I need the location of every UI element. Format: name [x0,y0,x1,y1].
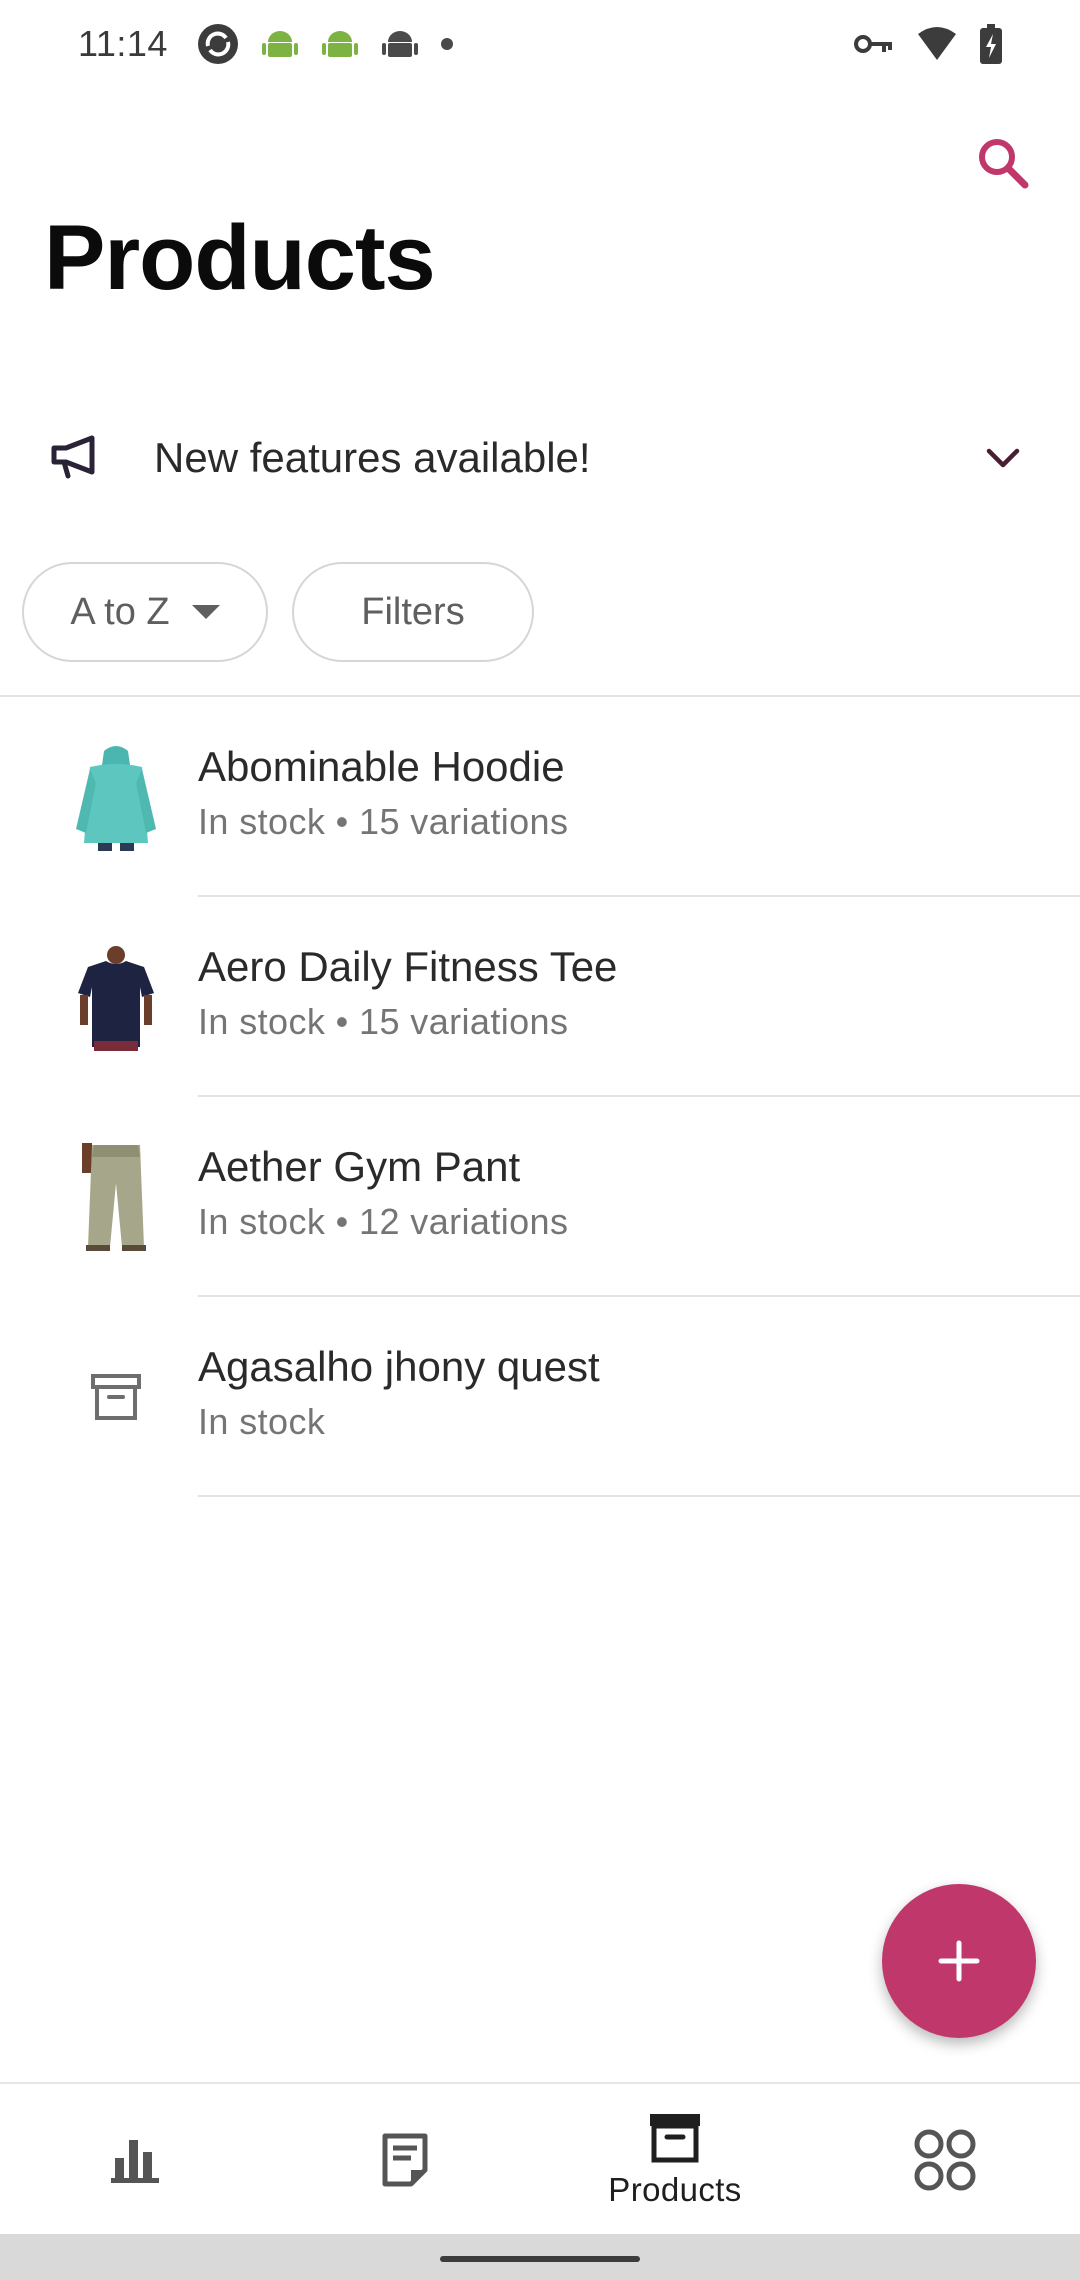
sort-chip-label: A to Z [70,590,170,633]
hoodie-image [64,743,168,851]
product-thumbnail [64,1143,168,1251]
product-stock-status: In stock [198,1401,326,1442]
product-row[interactable]: Aether Gym Pant In stock • 12 variations [0,1097,1080,1297]
filters-chip[interactable]: Filters [292,562,534,662]
nav-item-more[interactable] [810,2084,1080,2236]
product-list: Abominable Hoodie In stock • 15 variatio… [0,697,1080,1497]
more-grid-icon [914,2129,976,2191]
product-thumbnail [64,943,168,1051]
plus-icon [938,1940,980,1982]
nav-item-products[interactable]: Products [540,2084,810,2236]
archive-icon [91,1374,141,1420]
wifi-icon [918,27,956,60]
product-stock-status: In stock • 15 variations [198,801,569,842]
filters-chip-label: Filters [361,590,465,633]
bottom-navigation: Products [0,2082,1080,2234]
product-name: Abominable Hoodie [198,743,565,790]
products-box-icon [650,2114,700,2163]
status-bar: 11:14 [0,0,1080,88]
nav-item-products-label: Products [608,2171,742,2208]
row-divider [198,1495,1080,1497]
dropdown-caret-icon [191,605,220,619]
nav-item-orders[interactable] [270,2084,540,2236]
gesture-handle[interactable] [440,2256,640,2262]
banner-text: New features available! [154,434,591,481]
sort-chip[interactable]: A to Z [22,562,268,662]
product-thumbnail [64,1343,168,1451]
product-name: Aether Gym Pant [198,1143,521,1190]
vpn-key-icon [854,35,892,53]
product-thumbnail [64,743,168,851]
page-title: Products [44,207,436,309]
status-time: 11:14 [78,23,168,64]
android-icon [321,31,358,57]
product-name: Agasalho jhony quest [198,1343,600,1390]
megaphone-icon [51,435,95,479]
gesture-navigation-area [0,2234,1080,2280]
orders-icon [382,2133,428,2187]
bar-chart-icon [111,2140,159,2183]
android-icon [261,31,298,57]
nav-item-stats[interactable] [0,2084,270,2236]
tee-image [64,943,168,1051]
pant-image [64,1143,168,1251]
android-icon [381,31,418,57]
product-name: Aero Daily Fitness Tee [198,943,618,990]
chevron-down-icon [986,448,1020,468]
search-icon [979,139,1029,189]
product-row[interactable]: Abominable Hoodie In stock • 15 variatio… [0,697,1080,897]
status-notification-icons [196,22,454,66]
new-features-banner[interactable]: New features available! [0,398,1080,518]
search-button[interactable] [966,126,1040,200]
status-system-icons [854,24,1002,64]
sync-icon [197,24,238,64]
battery-charging-icon [980,24,1002,64]
banner-expand-button[interactable] [978,434,1028,484]
product-stock-status: In stock • 12 variations [198,1201,569,1242]
product-row[interactable]: Agasalho jhony quest In stock [0,1297,1080,1497]
product-stock-status: In stock • 15 variations [198,1001,569,1042]
product-row[interactable]: Aero Daily Fitness Tee In stock • 15 var… [0,897,1080,1097]
sort-filter-chips: A to Z Filters [22,562,534,662]
add-product-button[interactable] [882,1884,1036,2038]
dot-icon [440,38,453,50]
